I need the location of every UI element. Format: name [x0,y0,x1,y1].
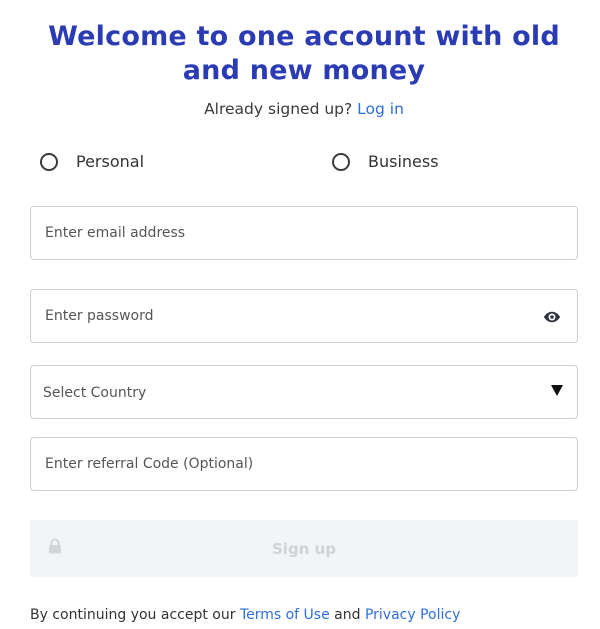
country-select[interactable]: Select Country [30,365,578,419]
radio-circle-business[interactable] [332,153,350,171]
page-title: Welcome to one account with old and new … [0,20,600,88]
password-field-container [30,289,578,343]
referral-code-field[interactable] [31,438,577,490]
eye-icon[interactable] [543,308,561,326]
sign-up-button[interactable]: Sign up [30,520,578,577]
login-prompt: Already signed up? Log in [0,99,600,119]
login-prompt-text: Already signed up? [204,100,353,118]
caret-down-icon[interactable] [551,385,563,396]
account-type-group: Personal Business [40,151,580,175]
title-line-1: Welcome to one account with old [48,21,560,52]
radio-label-business[interactable]: Business [368,151,439,173]
title-line-2: and new money [182,55,426,86]
radio-business[interactable]: Business [332,151,439,173]
radio-label-personal[interactable]: Personal [76,151,144,173]
sign-up-button-label: Sign up [272,540,336,558]
password-field[interactable] [31,290,577,342]
country-select-value: Select Country [43,385,147,401]
email-field-container [30,206,578,260]
login-link[interactable]: Log in [357,100,404,118]
terms-prefix: By continuing you accept our [30,607,236,623]
radio-circle-personal[interactable] [40,153,58,171]
radio-personal[interactable]: Personal [40,151,144,173]
terms-notice: By continuing you accept our Terms of Us… [30,606,460,624]
terms-and-text: and [334,607,361,623]
terms-of-use-link[interactable]: Terms of Use [240,607,330,623]
referral-field-container [30,437,578,491]
email-field[interactable] [31,207,577,259]
privacy-policy-link[interactable]: Privacy Policy [365,607,460,623]
